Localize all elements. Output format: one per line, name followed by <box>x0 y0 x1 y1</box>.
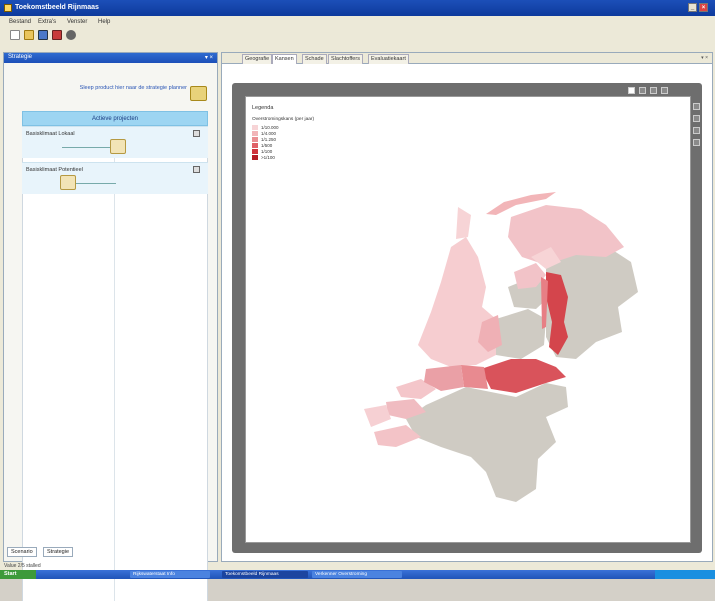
minimize-icon[interactable]: _ <box>688 3 697 12</box>
tab-slachtoffers[interactable]: Slachtoffers <box>328 54 363 64</box>
panel-close-icon[interactable]: ▾ × <box>205 54 213 61</box>
strategy-checkbox[interactable] <box>193 166 200 173</box>
planner-divider <box>114 126 115 601</box>
start-button[interactable]: Start <box>0 570 36 579</box>
map-frame: Legenda Overstromingskans (per jaar) 1/1… <box>232 83 702 581</box>
tab-scenario[interactable]: Scenario <box>7 547 37 557</box>
window-title: Toekomstbeeld Rijnmaas <box>15 4 99 11</box>
tab-kansen[interactable]: Kansen <box>272 54 297 64</box>
strategy-item-label: Basisklimaat Lokaal <box>26 131 75 137</box>
map-region-zeeland-3 <box>364 405 391 427</box>
taskbar-item[interactable]: Rijkswaterstaat Info <box>130 571 210 578</box>
netherlands-map <box>364 192 638 502</box>
zoom-out-icon[interactable] <box>650 87 657 94</box>
drag-hint: Sleep product hier naar de strategie pla… <box>79 85 187 91</box>
zoom-in-icon[interactable] <box>639 87 646 94</box>
planner-column <box>22 126 208 601</box>
map-region-noordholland-tip <box>456 207 471 239</box>
title-bar: Toekomstbeeld Rijnmaas _ × <box>0 0 715 16</box>
open-folder-icon[interactable] <box>24 30 34 40</box>
measure-icon[interactable] <box>110 139 126 154</box>
left-panel-tabs: Scenario Strategie <box>3 546 218 558</box>
toolbar <box>0 29 715 42</box>
tab-evaluatiekaart[interactable]: Evaluatiekaart <box>368 54 409 64</box>
layer-icon[interactable] <box>693 139 700 146</box>
menu-bar: Bestand Extra's Venster Help <box>0 18 715 28</box>
map-region-north <box>508 205 624 265</box>
menu-extras[interactable]: Extra's <box>38 19 56 25</box>
tab-geografie[interactable]: Geografie <box>242 54 273 64</box>
planner-header: Actieve projecten <box>22 111 208 126</box>
menu-bestand[interactable]: Bestand <box>9 19 31 25</box>
connector-line <box>62 147 110 148</box>
print-icon[interactable] <box>52 30 62 40</box>
strategy-panel-header: Strategie ▾ × <box>4 53 217 63</box>
map-panel: Geografie Kansen Schade Slachtoffers Eva… <box>221 52 713 581</box>
layer-icon[interactable] <box>693 103 700 110</box>
measure-icon[interactable] <box>60 175 76 190</box>
strategy-panel: Strategie ▾ × Sleep product hier naar de… <box>3 52 218 601</box>
globe-icon[interactable] <box>66 30 76 40</box>
pin-icon[interactable]: ▾ × <box>701 55 708 61</box>
pan-icon[interactable] <box>661 87 668 94</box>
strategy-checkbox[interactable] <box>193 130 200 137</box>
planner-icon[interactable] <box>190 86 207 101</box>
map-canvas[interactable]: Legenda Overstromingskans (per jaar) 1/1… <box>245 96 691 543</box>
taskbar: Start Rijkswaterstaat Info Toekomstbeeld… <box>0 570 715 579</box>
map-region-central <box>496 309 546 359</box>
save-icon[interactable] <box>38 30 48 40</box>
layer-icon[interactable] <box>693 127 700 134</box>
system-tray <box>655 570 715 579</box>
menu-venster[interactable]: Venster <box>67 19 87 25</box>
layer-icon[interactable] <box>693 115 700 122</box>
new-icon[interactable] <box>10 30 20 40</box>
taskbar-item[interactable]: Verkenner Overstroming <box>312 571 402 578</box>
select-tool-icon[interactable] <box>628 87 635 94</box>
strategy-item[interactable]: Basisklimaat Potentieel <box>22 162 208 194</box>
tab-strategie[interactable]: Strategie <box>43 547 74 557</box>
taskbar-item-active[interactable]: Toekomstbeeld Rijnmaas <box>222 571 308 578</box>
strategy-panel-title: Strategie <box>8 54 33 60</box>
strategy-item[interactable]: Basisklimaat Lokaal <box>22 126 208 158</box>
close-icon[interactable]: × <box>699 3 708 12</box>
map-tabs: Geografie Kansen Schade Slachtoffers Eva… <box>222 53 712 64</box>
menu-help[interactable]: Help <box>98 19 110 25</box>
connector-line <box>76 183 116 184</box>
tab-schade[interactable]: Schade <box>302 54 327 64</box>
strategy-panel-body: Sleep product hier naar de strategie pla… <box>4 63 217 601</box>
app-icon <box>4 4 12 12</box>
status-bar: Value 2/5 stalled <box>4 563 41 569</box>
strategy-item-label: Basisklimaat Potentieel <box>26 167 83 173</box>
map-region-south <box>406 383 568 502</box>
application-window: Toekomstbeeld Rijnmaas _ × Bestand Extra… <box>0 0 715 601</box>
map-region-rivers-edge <box>461 365 488 389</box>
